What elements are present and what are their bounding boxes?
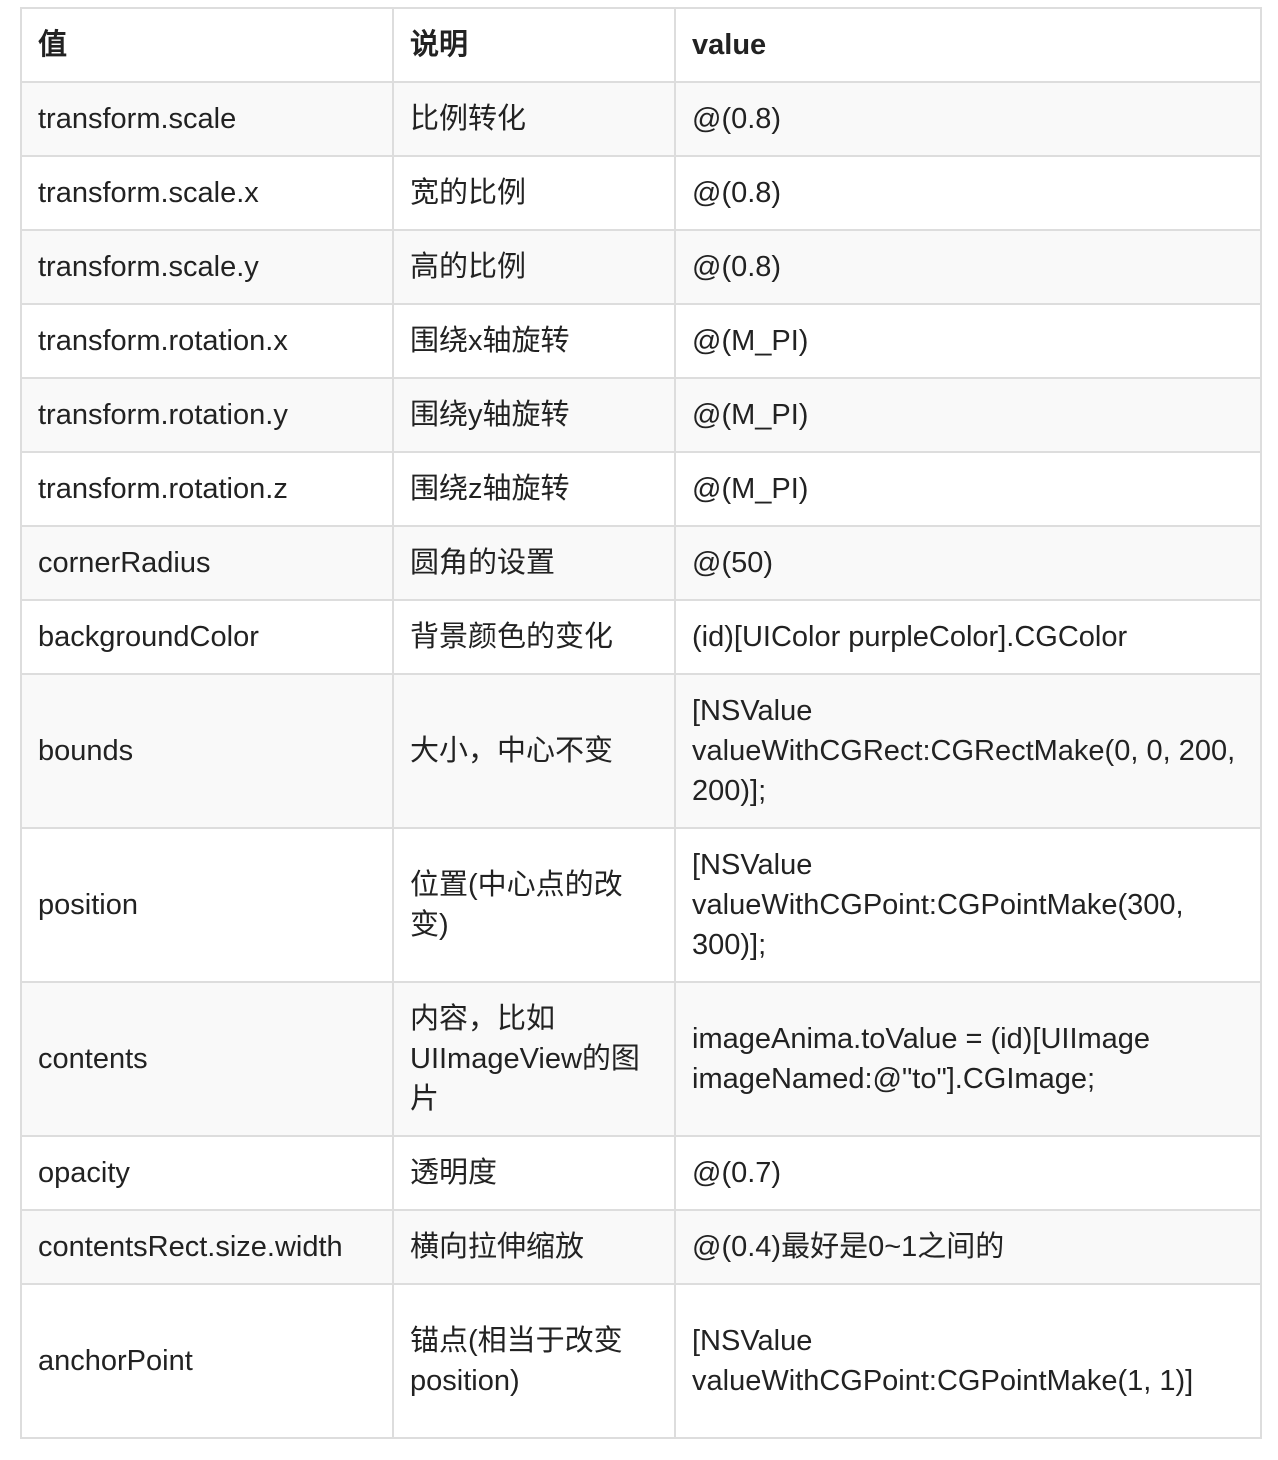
- table-row: cornerRadius 圆角的设置 @(50): [20, 525, 1262, 601]
- cell-value: @(M_PI): [674, 303, 1262, 379]
- cell-value: (id)[UIColor purpleColor].CGColor: [674, 599, 1262, 675]
- cell-key: transform.rotation.y: [20, 377, 394, 453]
- cell-description: 背景颜色的变化: [392, 599, 676, 675]
- table-row: transform.scale 比例转化 @(0.8): [20, 81, 1262, 157]
- table-row: transform.rotation.x 围绕x轴旋转 @(M_PI): [20, 303, 1262, 379]
- cell-key: contents: [20, 981, 394, 1137]
- cell-description: 位置(中心点的改变): [392, 827, 676, 983]
- cell-key: transform.scale.y: [20, 229, 394, 305]
- cell-value: @(0.7): [674, 1135, 1262, 1211]
- cell-value: [NSValue valueWithCGRect:CGRectMake(0, 0…: [674, 673, 1262, 829]
- table-row: bounds 大小，中心不变 [NSValue valueWithCGRect:…: [20, 673, 1262, 829]
- cell-value: @(0.8): [674, 81, 1262, 157]
- property-table: 值 说明 value transform.scale 比例转化 @(0.8) t…: [20, 7, 1262, 1439]
- table-row: contents 内容，比如UIImageView的图片 imageAnima.…: [20, 981, 1262, 1137]
- cell-key: transform.scale: [20, 81, 394, 157]
- cell-description: 围绕z轴旋转: [392, 451, 676, 527]
- table-row: contentsRect.size.width 横向拉伸缩放 @(0.4)最好是…: [20, 1209, 1262, 1285]
- table-row: transform.rotation.y 围绕y轴旋转 @(M_PI): [20, 377, 1262, 453]
- cell-key: transform.scale.x: [20, 155, 394, 231]
- cell-value: @(0.8): [674, 229, 1262, 305]
- column-header-description: 说明: [392, 7, 676, 83]
- cell-description: 围绕x轴旋转: [392, 303, 676, 379]
- table-row: opacity 透明度 @(0.7): [20, 1135, 1262, 1211]
- cell-description: 高的比例: [392, 229, 676, 305]
- cell-description: 内容，比如UIImageView的图片: [392, 981, 676, 1137]
- cell-key: backgroundColor: [20, 599, 394, 675]
- cell-description: 锚点(相当于改变position): [392, 1283, 676, 1439]
- cell-value: imageAnima.toValue = (id)[UIImage imageN…: [674, 981, 1262, 1137]
- cell-key: opacity: [20, 1135, 394, 1211]
- cell-description: 圆角的设置: [392, 525, 676, 601]
- table-row: backgroundColor 背景颜色的变化 (id)[UIColor pur…: [20, 599, 1262, 675]
- table-row: transform.rotation.z 围绕z轴旋转 @(M_PI): [20, 451, 1262, 527]
- property-table-container: 值 说明 value transform.scale 比例转化 @(0.8) t…: [20, 7, 1262, 1439]
- cell-value: @(50): [674, 525, 1262, 601]
- cell-key: contentsRect.size.width: [20, 1209, 394, 1285]
- cell-value: @(M_PI): [674, 451, 1262, 527]
- cell-key: bounds: [20, 673, 394, 829]
- cell-description: 大小，中心不变: [392, 673, 676, 829]
- cell-description: 宽的比例: [392, 155, 676, 231]
- cell-value: @(0.8): [674, 155, 1262, 231]
- cell-key: transform.rotation.z: [20, 451, 394, 527]
- cell-description: 透明度: [392, 1135, 676, 1211]
- table-header-row: 值 说明 value: [20, 7, 1262, 83]
- cell-key: transform.rotation.x: [20, 303, 394, 379]
- table-row: transform.scale.y 高的比例 @(0.8): [20, 229, 1262, 305]
- cell-description: 横向拉伸缩放: [392, 1209, 676, 1285]
- cell-description: 比例转化: [392, 81, 676, 157]
- table-row: anchorPoint 锚点(相当于改变position) [NSValue v…: [20, 1283, 1262, 1439]
- cell-value: @(M_PI): [674, 377, 1262, 453]
- cell-key: anchorPoint: [20, 1283, 394, 1439]
- column-header-key: 值: [20, 7, 394, 83]
- cell-value: [NSValue valueWithCGPoint:CGPointMake(30…: [674, 827, 1262, 983]
- table-row: transform.scale.x 宽的比例 @(0.8): [20, 155, 1262, 231]
- cell-value: @(0.4)最好是0~1之间的: [674, 1209, 1262, 1285]
- cell-value: [NSValue valueWithCGPoint:CGPointMake(1,…: [674, 1283, 1262, 1439]
- cell-key: position: [20, 827, 394, 983]
- table-row: position 位置(中心点的改变) [NSValue valueWithCG…: [20, 827, 1262, 983]
- cell-key: cornerRadius: [20, 525, 394, 601]
- cell-description: 围绕y轴旋转: [392, 377, 676, 453]
- column-header-value: value: [674, 7, 1262, 83]
